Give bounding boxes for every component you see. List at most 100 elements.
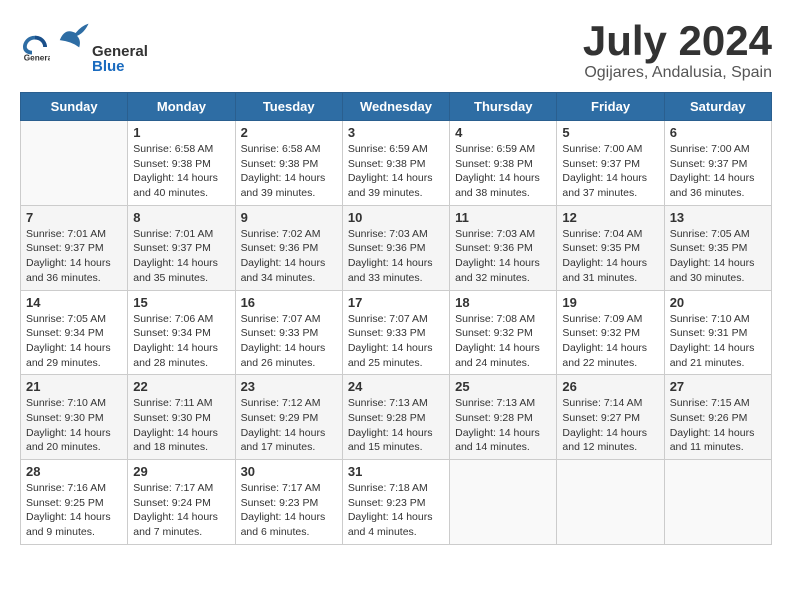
cell-content: Sunrise: 7:01 AM Sunset: 9:37 PM Dayligh… xyxy=(26,227,122,286)
page-header: General General Blue July 2024 Ogijares,… xyxy=(20,20,772,82)
calendar-cell: 24Sunrise: 7:13 AM Sunset: 9:28 PM Dayli… xyxy=(342,375,449,460)
page-subtitle: Ogijares, Andalusia, Spain xyxy=(583,64,772,82)
day-number: 16 xyxy=(241,295,337,310)
calendar-cell: 10 Sunrise: 7:03 AM Sunset: 9:36 PM Dayli… xyxy=(342,205,449,290)
cell-content: Sunrise: 7:18 AM Sunset: 9:23 PM Dayligh… xyxy=(348,481,444,540)
calendar-day-header: Monday xyxy=(128,93,235,121)
day-number: 23 xyxy=(241,379,337,394)
calendar-cell: 3 Sunrise: 6:59 AM Sunset: 9:38 PM Daylig… xyxy=(342,121,449,206)
calendar-day-header: Wednesday xyxy=(342,93,449,121)
cell-content: Sunrise: 7:07 AM Sunset: 9:33 PM Dayligh… xyxy=(348,312,444,371)
cell-content: Sunrise: 6:59 AM Sunset: 9:38 PM Dayligh… xyxy=(455,142,551,201)
day-number: 28 xyxy=(26,464,122,479)
day-number: 8 xyxy=(133,210,229,225)
day-number: 30 xyxy=(241,464,337,479)
day-number: 20 xyxy=(670,295,766,310)
calendar-cell: 21 Sunrise: 7:10 AM Sunset: 9:30 PM Dayli… xyxy=(21,375,128,460)
calendar-week-row: 21 Sunrise: 7:10 AM Sunset: 9:30 PM Dayli… xyxy=(21,375,772,460)
cell-content: Sunrise: 6:59 AM Sunset: 9:38 PM Dayligh… xyxy=(348,142,444,201)
calendar-cell: 5Sunrise: 7:00 AM Sunset: 9:37 PM Daylig… xyxy=(557,121,664,206)
calendar-cell: 9 Sunrise: 7:02 AM Sunset: 9:36 PM Daylig… xyxy=(235,205,342,290)
cell-content: Sunrise: 7:11 AM Sunset: 9:30 PM Dayligh… xyxy=(133,396,229,455)
calendar-week-row: 1 Sunrise: 6:58 AM Sunset: 9:38 PM Daylig… xyxy=(21,121,772,206)
logo-icon: General xyxy=(20,32,50,62)
page-title: July 2024 xyxy=(583,20,772,62)
cell-content: Sunrise: 7:13 AM Sunset: 9:28 PM Dayligh… xyxy=(348,396,444,455)
calendar-cell: 14 Sunrise: 7:05 AM Sunset: 9:34 PM Dayli… xyxy=(21,290,128,375)
calendar-cell: 25 Sunrise: 7:13 AM Sunset: 9:28 PM Dayli… xyxy=(450,375,557,460)
cell-content: Sunrise: 7:03 AM Sunset: 9:36 PM Dayligh… xyxy=(348,227,444,286)
day-number: 9 xyxy=(241,210,337,225)
calendar-cell: 2 Sunrise: 6:58 AM Sunset: 9:38 PM Daylig… xyxy=(235,121,342,206)
cell-content: Sunrise: 7:16 AM Sunset: 9:25 PM Dayligh… xyxy=(26,481,122,540)
calendar-cell: 6 Sunrise: 7:00 AM Sunset: 9:37 PM Daylig… xyxy=(664,121,771,206)
day-number: 11 xyxy=(455,210,551,225)
cell-content: Sunrise: 6:58 AM Sunset: 9:38 PM Dayligh… xyxy=(241,142,337,201)
calendar-cell: 22Sunrise: 7:11 AM Sunset: 9:30 PM Dayli… xyxy=(128,375,235,460)
calendar-cell xyxy=(450,460,557,545)
cell-content: Sunrise: 7:01 AM Sunset: 9:37 PM Dayligh… xyxy=(133,227,229,286)
calendar-cell: 17 Sunrise: 7:07 AM Sunset: 9:33 PM Dayli… xyxy=(342,290,449,375)
day-number: 17 xyxy=(348,295,444,310)
day-number: 5 xyxy=(562,125,658,140)
calendar-day-header: Friday xyxy=(557,93,664,121)
calendar-day-header: Saturday xyxy=(664,93,771,121)
cell-content: Sunrise: 7:17 AM Sunset: 9:23 PM Dayligh… xyxy=(241,481,337,540)
calendar-cell xyxy=(557,460,664,545)
calendar-cell: 23 Sunrise: 7:12 AM Sunset: 9:29 PM Dayli… xyxy=(235,375,342,460)
calendar-table: SundayMondayTuesdayWednesdayThursdayFrid… xyxy=(20,92,772,545)
calendar-day-header: Sunday xyxy=(21,93,128,121)
logo: General General Blue xyxy=(20,20,148,74)
calendar-day-header: Tuesday xyxy=(235,93,342,121)
calendar-cell: 27Sunrise: 7:15 AM Sunset: 9:26 PM Dayli… xyxy=(664,375,771,460)
calendar-cell: 7 Sunrise: 7:01 AM Sunset: 9:37 PM Daylig… xyxy=(21,205,128,290)
day-number: 2 xyxy=(241,125,337,140)
cell-content: Sunrise: 7:00 AM Sunset: 9:37 PM Dayligh… xyxy=(670,142,766,201)
calendar-cell: 26 Sunrise: 7:14 AM Sunset: 9:27 PM Dayli… xyxy=(557,375,664,460)
day-number: 18 xyxy=(455,295,551,310)
day-number: 29 xyxy=(133,464,229,479)
cell-content: Sunrise: 7:02 AM Sunset: 9:36 PM Dayligh… xyxy=(241,227,337,286)
calendar-cell: 13 Sunrise: 7:05 AM Sunset: 9:35 PM Dayli… xyxy=(664,205,771,290)
day-number: 31 xyxy=(348,464,444,479)
day-number: 10 xyxy=(348,210,444,225)
calendar-cell: 20 Sunrise: 7:10 AM Sunset: 9:31 PM Dayli… xyxy=(664,290,771,375)
calendar-cell: 31 Sunrise: 7:18 AM Sunset: 9:23 PM Dayli… xyxy=(342,460,449,545)
calendar-week-row: 28 Sunrise: 7:16 AM Sunset: 9:25 PM Dayli… xyxy=(21,460,772,545)
cell-content: Sunrise: 7:14 AM Sunset: 9:27 PM Dayligh… xyxy=(562,396,658,455)
calendar-header-row: SundayMondayTuesdayWednesdayThursdayFrid… xyxy=(21,93,772,121)
calendar-cell: 18Sunrise: 7:08 AM Sunset: 9:32 PM Dayli… xyxy=(450,290,557,375)
cell-content: Sunrise: 7:10 AM Sunset: 9:30 PM Dayligh… xyxy=(26,396,122,455)
cell-content: Sunrise: 7:05 AM Sunset: 9:35 PM Dayligh… xyxy=(670,227,766,286)
cell-content: Sunrise: 7:12 AM Sunset: 9:29 PM Dayligh… xyxy=(241,396,337,455)
calendar-cell: 29Sunrise: 7:17 AM Sunset: 9:24 PM Dayli… xyxy=(128,460,235,545)
calendar-cell: 15 Sunrise: 7:06 AM Sunset: 9:34 PM Dayli… xyxy=(128,290,235,375)
day-number: 13 xyxy=(670,210,766,225)
day-number: 7 xyxy=(26,210,122,225)
day-number: 1 xyxy=(133,125,229,140)
cell-content: Sunrise: 7:10 AM Sunset: 9:31 PM Dayligh… xyxy=(670,312,766,371)
calendar-body: 1 Sunrise: 6:58 AM Sunset: 9:38 PM Daylig… xyxy=(21,121,772,545)
calendar-cell: 16Sunrise: 7:07 AM Sunset: 9:33 PM Dayli… xyxy=(235,290,342,375)
day-number: 12 xyxy=(562,210,658,225)
calendar-cell: 4Sunrise: 6:59 AM Sunset: 9:38 PM Daylig… xyxy=(450,121,557,206)
calendar-week-row: 14 Sunrise: 7:05 AM Sunset: 9:34 PM Dayli… xyxy=(21,290,772,375)
cell-content: Sunrise: 7:13 AM Sunset: 9:28 PM Dayligh… xyxy=(455,396,551,455)
logo-general: General xyxy=(92,44,148,59)
cell-content: Sunrise: 7:04 AM Sunset: 9:35 PM Dayligh… xyxy=(562,227,658,286)
day-number: 3 xyxy=(348,125,444,140)
cell-content: Sunrise: 7:06 AM Sunset: 9:34 PM Dayligh… xyxy=(133,312,229,371)
day-number: 15 xyxy=(133,295,229,310)
day-number: 21 xyxy=(26,379,122,394)
calendar-cell: 30 Sunrise: 7:17 AM Sunset: 9:23 PM Dayli… xyxy=(235,460,342,545)
cell-content: Sunrise: 7:05 AM Sunset: 9:34 PM Dayligh… xyxy=(26,312,122,371)
cell-content: Sunrise: 7:03 AM Sunset: 9:36 PM Dayligh… xyxy=(455,227,551,286)
title-section: July 2024 Ogijares, Andalusia, Spain xyxy=(583,20,772,82)
calendar-cell: 28 Sunrise: 7:16 AM Sunset: 9:25 PM Dayli… xyxy=(21,460,128,545)
day-number: 6 xyxy=(670,125,766,140)
day-number: 26 xyxy=(562,379,658,394)
day-number: 25 xyxy=(455,379,551,394)
calendar-cell xyxy=(664,460,771,545)
svg-text:General: General xyxy=(24,54,50,63)
day-number: 14 xyxy=(26,295,122,310)
